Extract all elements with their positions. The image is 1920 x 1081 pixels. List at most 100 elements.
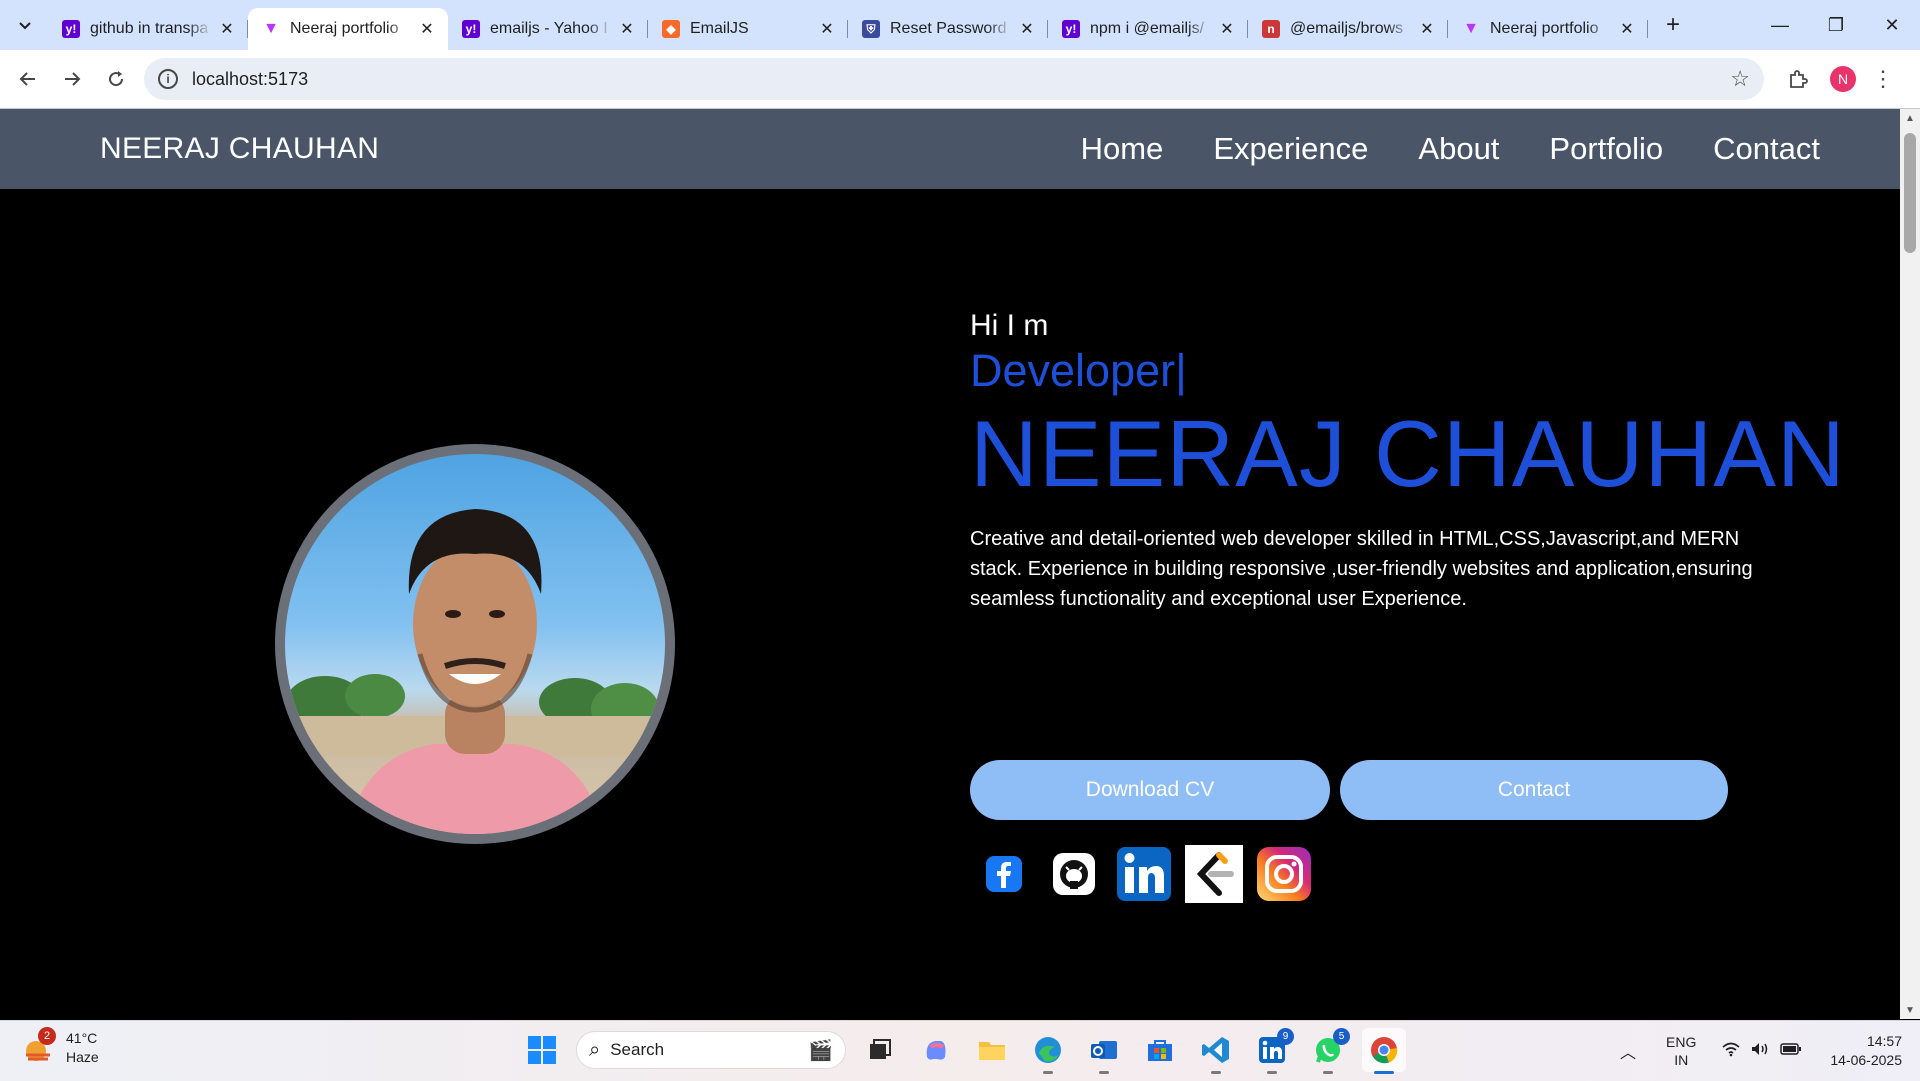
portfolio-page: NEERAJ CHAUHAN Home Experience About Por… bbox=[0, 109, 1900, 1019]
address-bar[interactable]: i localhost:5173 ☆ bbox=[144, 58, 1764, 100]
running-indicator bbox=[1211, 1071, 1221, 1074]
browser-tab[interactable]: ▼ Neeraj portfolio ✕ bbox=[1448, 8, 1648, 50]
site-brand[interactable]: NEERAJ CHAUHAN bbox=[100, 132, 379, 166]
tab-close-icon[interactable]: ✕ bbox=[1218, 19, 1236, 39]
task-view-icon bbox=[870, 1039, 891, 1059]
tab-close-icon[interactable]: ✕ bbox=[1018, 19, 1036, 39]
nav-about[interactable]: About bbox=[1418, 131, 1499, 167]
volume-icon[interactable] bbox=[1750, 1041, 1770, 1062]
folder-icon bbox=[979, 1042, 1005, 1060]
contact-button[interactable]: Contact bbox=[1340, 760, 1728, 820]
npm-icon: n bbox=[1262, 20, 1280, 38]
tab-title: npm i @emailjs/ bbox=[1090, 20, 1205, 37]
language-indicator[interactable]: ENG IN bbox=[1666, 1033, 1696, 1069]
nav-home[interactable]: Home bbox=[1081, 131, 1164, 167]
yahoo-icon: y! bbox=[62, 20, 80, 38]
linkedin-badge: 9 bbox=[1277, 1028, 1294, 1045]
outlook-app[interactable] bbox=[1082, 1028, 1126, 1074]
copilot-app[interactable] bbox=[914, 1028, 958, 1072]
nav-contact[interactable]: Contact bbox=[1713, 131, 1820, 167]
vscode-icon bbox=[1202, 1037, 1229, 1063]
arrow-left-icon bbox=[19, 72, 35, 86]
vite-icon: ▼ bbox=[263, 20, 279, 37]
browser-tab[interactable]: ⛨ Reset Password - ✕ bbox=[848, 8, 1048, 50]
battery-icon[interactable] bbox=[1780, 1041, 1802, 1061]
whatsapp-app[interactable]: 5 bbox=[1306, 1028, 1350, 1074]
vscode-app[interactable] bbox=[1194, 1028, 1238, 1074]
running-indicator bbox=[1267, 1071, 1277, 1074]
reload-button[interactable] bbox=[94, 57, 138, 101]
hero-greeting: Hi I m bbox=[970, 309, 1049, 342]
profile-avatar[interactable]: N bbox=[1830, 66, 1856, 92]
puzzle-icon bbox=[1790, 70, 1808, 88]
show-hidden-icons-chevron[interactable]: ︿ bbox=[1620, 1039, 1636, 1063]
back-button[interactable] bbox=[6, 57, 50, 101]
windows-logo-icon bbox=[528, 1036, 556, 1064]
start-button[interactable] bbox=[520, 1028, 564, 1072]
linkedin-icon[interactable] bbox=[1115, 845, 1173, 903]
search-highlight-icon: 🎬 bbox=[808, 1039, 833, 1062]
tab-close-icon[interactable]: ✕ bbox=[818, 19, 836, 39]
hero-description: Creative and detail-oriented web develop… bbox=[970, 527, 1753, 610]
extensions-button[interactable] bbox=[1778, 59, 1818, 99]
scroll-up-arrow[interactable]: ▲ bbox=[1900, 109, 1920, 127]
social-links bbox=[975, 845, 1313, 903]
chevron-down-icon bbox=[19, 22, 31, 30]
tab-close-icon[interactable]: ✕ bbox=[1618, 19, 1636, 39]
site-menu: Home Experience About Portfolio Contact bbox=[1081, 131, 1820, 167]
chrome-app[interactable] bbox=[1362, 1028, 1406, 1074]
new-tab-button[interactable]: + bbox=[1656, 8, 1690, 42]
tab-title: github in transpa bbox=[90, 20, 209, 37]
profile-photo-frame bbox=[275, 444, 675, 844]
edge-app[interactable] bbox=[1026, 1028, 1070, 1074]
nav-experience[interactable]: Experience bbox=[1213, 131, 1368, 167]
browser-tab[interactable]: ◆ EmailJS ✕ bbox=[648, 8, 848, 50]
tab-close-icon[interactable]: ✕ bbox=[618, 19, 636, 39]
browser-tab[interactable]: ▼ Neeraj portfolio ✕ bbox=[248, 8, 448, 50]
instagram-icon[interactable] bbox=[1255, 845, 1313, 903]
scroll-down-arrow[interactable]: ▼ bbox=[1900, 1001, 1920, 1019]
task-view-button[interactable] bbox=[858, 1028, 902, 1072]
forward-button[interactable] bbox=[50, 57, 94, 101]
tab-close-icon[interactable]: ✕ bbox=[418, 19, 436, 39]
download-cv-button[interactable]: Download CV bbox=[970, 760, 1330, 820]
url-text[interactable]: localhost:5173 bbox=[192, 69, 1730, 90]
tab-title: Reset Password - bbox=[890, 20, 1012, 37]
linkedin-app[interactable]: 9 bbox=[1250, 1028, 1294, 1074]
leetcode-icon[interactable] bbox=[1185, 845, 1243, 903]
windows-taskbar: 2 41°C Haze ⌕ Search 🎬 9 5 ︿ ENG IN 14:5… bbox=[0, 1020, 1920, 1081]
bookmark-star-icon[interactable]: ☆ bbox=[1730, 66, 1750, 92]
tab-search-button[interactable] bbox=[8, 8, 42, 42]
browser-menu-icon[interactable]: ⋮ bbox=[1868, 66, 1898, 92]
tab-strip: y! github in transpa ✕ ▼ Neeraj portfolio ✕ y!… bbox=[0, 0, 1920, 50]
browser-tab[interactable]: n @emailjs/brows ✕ bbox=[1248, 8, 1448, 50]
hero-role: Developer| bbox=[970, 345, 1187, 396]
taskbar-search[interactable]: ⌕ Search 🎬 bbox=[576, 1031, 846, 1069]
weather-condition: Haze bbox=[66, 1049, 99, 1065]
language-bottom: IN bbox=[1674, 1052, 1689, 1068]
running-indicator bbox=[1043, 1071, 1053, 1074]
facebook-icon[interactable] bbox=[975, 845, 1033, 903]
site-info-icon[interactable]: i bbox=[158, 69, 178, 89]
file-explorer-app[interactable] bbox=[970, 1028, 1014, 1072]
github-icon[interactable] bbox=[1045, 845, 1103, 903]
minimize-button[interactable]: — bbox=[1752, 0, 1808, 50]
tab-title: Neeraj portfolio bbox=[290, 20, 399, 37]
browser-tab[interactable]: y! emailjs - Yahoo I ✕ bbox=[448, 8, 648, 50]
running-indicator bbox=[1323, 1071, 1333, 1074]
store-app[interactable] bbox=[1138, 1028, 1182, 1072]
page-scrollbar[interactable]: ▲ ▼ bbox=[1900, 109, 1920, 1019]
nav-portfolio[interactable]: Portfolio bbox=[1549, 131, 1663, 167]
scroll-thumb[interactable] bbox=[1904, 133, 1916, 253]
wifi-icon[interactable] bbox=[1722, 1041, 1740, 1062]
tab-close-icon[interactable]: ✕ bbox=[218, 19, 236, 39]
restore-button[interactable]: ❐ bbox=[1808, 0, 1864, 50]
browser-tab[interactable]: y! npm i @emailjs/ ✕ bbox=[1048, 8, 1248, 50]
tab-close-icon[interactable]: ✕ bbox=[1418, 19, 1436, 39]
emailjs-icon: ◆ bbox=[662, 20, 680, 38]
clock[interactable]: 14:57 14-06-2025 bbox=[1830, 1032, 1902, 1070]
site-navbar: NEERAJ CHAUHAN Home Experience About Por… bbox=[0, 109, 1900, 189]
close-window-button[interactable]: ✕ bbox=[1864, 0, 1920, 50]
browser-tab[interactable]: y! github in transpa ✕ bbox=[48, 8, 248, 50]
weather-widget[interactable]: 2 41°C Haze bbox=[22, 1027, 99, 1067]
